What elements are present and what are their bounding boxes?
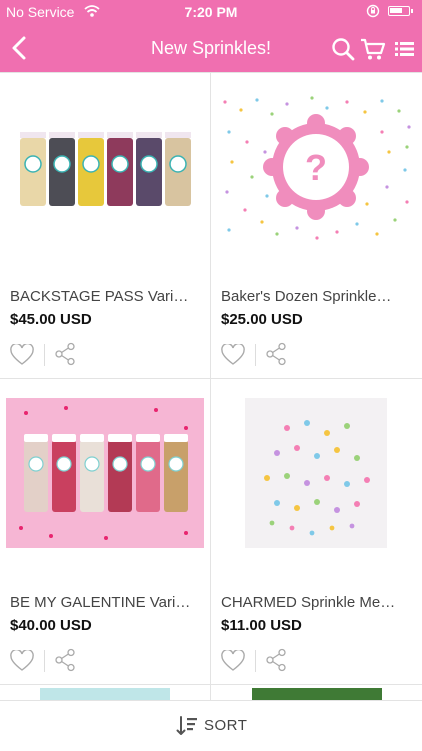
product-image[interactable] — [6, 92, 204, 242]
clock: 7:20 PM — [184, 4, 238, 20]
row-divider — [0, 684, 422, 685]
product-image[interactable] — [40, 688, 170, 700]
product-card[interactable]: BE MY GALENTINE Vari… $40.00 USD — [0, 378, 210, 684]
product-name[interactable]: BE MY GALENTINE Vari… — [10, 594, 200, 611]
status-bar: No Service 7:20 PM — [0, 0, 422, 24]
product-name[interactable]: CHARMED Sprinkle Me… — [221, 594, 411, 611]
product-card[interactable]: CHARMED Sprinkle Me… $11.00 USD — [211, 378, 421, 684]
cart-icon[interactable] — [360, 36, 386, 62]
heart-icon[interactable] — [10, 650, 34, 672]
sort-button[interactable]: SORT — [176, 713, 256, 739]
bottom-bar: SORT — [0, 700, 422, 751]
share-icon[interactable] — [54, 342, 76, 366]
share-icon[interactable] — [265, 648, 287, 672]
product-image[interactable]: ? — [217, 92, 415, 242]
rotation-lock-icon — [366, 4, 380, 18]
heart-icon[interactable] — [221, 650, 245, 672]
action-separator — [255, 344, 256, 366]
svg-text:?: ? — [305, 147, 327, 188]
product-image[interactable] — [252, 688, 382, 700]
product-image[interactable] — [6, 398, 204, 548]
sort-label: SORT — [204, 717, 248, 734]
list-icon[interactable] — [392, 36, 418, 62]
product-card[interactable]: ? Baker's Dozen Sprinkle… $25.00 USD — [211, 72, 421, 378]
action-separator — [44, 344, 45, 366]
battery-icon — [388, 6, 413, 16]
action-separator — [44, 650, 45, 672]
nav-bar: New Sprinkles! — [0, 24, 422, 72]
share-icon[interactable] — [265, 342, 287, 366]
product-image[interactable] — [217, 398, 415, 548]
product-grid: BACKSTAGE PASS Vari… $45.00 USD ? Baker'… — [0, 72, 422, 700]
product-card[interactable]: BACKSTAGE PASS Vari… $45.00 USD — [0, 72, 210, 378]
product-price: $11.00 USD — [221, 617, 302, 634]
product-price: $25.00 USD — [221, 311, 303, 328]
product-name[interactable]: BACKSTAGE PASS Vari… — [10, 288, 200, 305]
heart-icon[interactable] — [10, 344, 34, 366]
product-price: $40.00 USD — [10, 617, 92, 634]
product-price: $45.00 USD — [10, 311, 92, 328]
page-title: New Sprinkles! — [150, 38, 272, 58]
action-separator — [255, 650, 256, 672]
product-name[interactable]: Baker's Dozen Sprinkle… — [221, 288, 411, 305]
share-icon[interactable] — [54, 648, 76, 672]
sort-icon — [176, 716, 197, 735]
heart-icon[interactable] — [221, 344, 245, 366]
search-icon[interactable] — [330, 36, 356, 62]
